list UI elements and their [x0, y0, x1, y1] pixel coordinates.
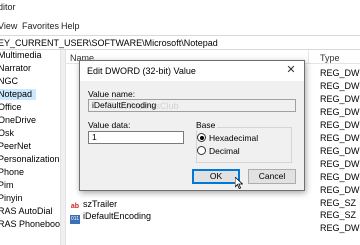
edit-dword-dialog: Edit DWORD (32-bit) Value ✕ Value name: …: [79, 60, 305, 191]
type-cell: REG_DWORD: [320, 94, 360, 104]
menu-view[interactable]: View: [0, 21, 17, 31]
menu-help[interactable]: Help: [61, 21, 80, 31]
tree-item-peernet[interactable]: PeerNet: [0, 141, 35, 152]
tree-item-ras-autodial[interactable]: RAS AutoDial: [0, 206, 57, 217]
tree-item-ras-phonebook[interactable]: RAS Phonebook: [0, 219, 60, 230]
decimal-label: Decimal: [209, 146, 240, 156]
base-group-label: Base: [194, 120, 218, 130]
cancel-button[interactable]: Cancel: [248, 169, 296, 184]
dialog-title: Edit DWORD (32-bit) Value: [87, 66, 196, 76]
tree-item-pinyin[interactable]: Pinyin: [0, 193, 27, 204]
tree-item-office[interactable]: Office: [0, 102, 25, 113]
type-cell: REG_DWORD: [320, 133, 360, 143]
tree-item-phone[interactable]: Phone: [0, 167, 28, 178]
dialog-title-bar[interactable]: Edit DWORD (32-bit) Value ✕: [80, 61, 304, 81]
type-cell: REG_DWORD: [320, 185, 360, 195]
type-cell: REG_DWORD: [320, 120, 360, 130]
close-icon[interactable]: ✕: [284, 63, 298, 78]
menu-bar: View Favorites Help: [0, 15, 360, 35]
address-bar[interactable]: EY_CURRENT_USER\SOFTWARE\Microsoft\Notep…: [0, 35, 360, 50]
watermark-logo: TheWindowsClub: [108, 101, 179, 111]
tree-item-ngc[interactable]: NGC: [0, 76, 22, 87]
type-cell: REG_SZ: [320, 210, 357, 220]
key-tree: Multimedia Narrator NGC Notepad Office O…: [0, 50, 60, 245]
value-data-label: Value data:: [88, 120, 131, 130]
radio-decimal[interactable]: Decimal: [197, 146, 240, 157]
column-separator[interactable]: [308, 50, 309, 64]
type-cell: REG_SZ: [320, 198, 357, 208]
type-cell: REG_DWORD: [320, 81, 360, 91]
menu-favorites[interactable]: Favorites: [22, 21, 59, 31]
tree-item-notepad[interactable]: Notepad: [0, 89, 37, 100]
type-cell: REG_DWORD: [320, 159, 360, 169]
column-header-type[interactable]: Type: [320, 53, 340, 63]
tree-item-personalization[interactable]: Personalization: [0, 154, 60, 165]
type-cell: REG_DWORD: [320, 146, 360, 156]
tree-item-osk[interactable]: Osk: [0, 128, 18, 139]
list-row-idefaultencoding[interactable]: 011 iDefaultEncoding: [70, 210, 152, 224]
mouse-cursor-icon: [235, 177, 243, 189]
type-cell: REG_DWORD: [320, 107, 360, 117]
title-bar: ditor: [0, 0, 360, 15]
hexadecimal-label: Hexadecimal: [209, 133, 259, 143]
type-cell: REG_DWORD: [320, 68, 360, 78]
address-path[interactable]: EY_CURRENT_USER\SOFTWARE\Microsoft\Notep…: [0, 38, 218, 48]
tree-item-narrator[interactable]: Narrator: [0, 63, 35, 74]
window-title: ditor: [0, 2, 16, 12]
radio-hexadecimal[interactable]: Hexadecimal: [197, 133, 258, 144]
value-name-label: Value name:: [88, 89, 136, 99]
tree-item-multimedia[interactable]: Multimedia: [0, 50, 46, 61]
value-name: iDefaultEncoding: [83, 211, 152, 221]
list-row-sztrailer[interactable]: ab szTrailer: [70, 198, 117, 210]
tree-item-onedrive[interactable]: OneDrive: [0, 115, 40, 126]
radio-button-checked[interactable]: [197, 133, 206, 142]
value-name: szTrailer: [83, 199, 118, 209]
value-data-input[interactable]: 1: [88, 131, 184, 144]
tree-item-pim[interactable]: Pim: [0, 180, 18, 191]
type-cell: REG_DWORD: [320, 172, 360, 182]
ok-button[interactable]: OK: [192, 169, 240, 184]
type-cell: REG_DWORD: [320, 223, 360, 233]
radio-button[interactable]: [197, 146, 206, 155]
binary-value-icon: 011: [70, 215, 80, 224]
registry-editor-window: ditor View Favorites Help EY_CURRENT_USE…: [0, 0, 360, 245]
